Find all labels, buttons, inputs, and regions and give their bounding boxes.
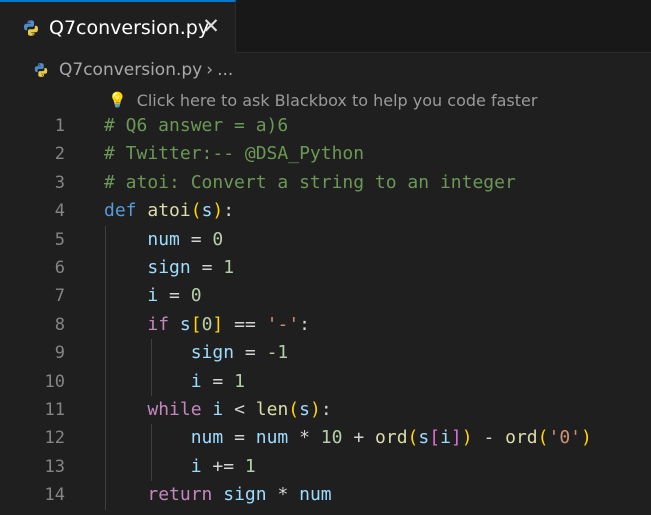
code-line: 1 # Q6 answer = a)6 [0, 112, 651, 140]
line-number: 8 [54, 314, 65, 335]
hint-text: Click here to ask Blackbox to help you c… [136, 90, 538, 110]
string-literal: '-' [266, 313, 300, 335]
var-sign: sign [223, 484, 267, 506]
keyword-if: if [147, 313, 170, 335]
chevron-right-icon: › [206, 60, 214, 80]
code-line: 3 # atoi: Convert a string to an integer [0, 169, 651, 197]
code-line: 12 num = num * 10 + ord(s[i]) - ord('0') [0, 424, 651, 452]
builtin-ord: ord [505, 427, 538, 449]
line-number: 2 [54, 144, 65, 165]
code-text: i += 1 [190, 455, 256, 477]
code-text: sign = -1 [190, 342, 289, 364]
tab-label: Q7conversion.py [49, 16, 210, 39]
code-line: 4 def atoi(s): [0, 197, 651, 225]
var-sign: sign [147, 257, 191, 278]
var-num: num [190, 427, 224, 449]
code-line: 11 while i < len(s): [0, 396, 651, 424]
tab-q7conversion[interactable]: Q7conversion.py ✕ [0, 0, 236, 53]
number-literal: -1 [266, 342, 289, 364]
code-line: 6 sign = 1 [0, 254, 651, 282]
keyword-return: return [147, 484, 213, 506]
number-literal: 1 [234, 370, 245, 392]
code-comment: # Q6 answer = a)6 [104, 115, 289, 136]
number-literal: 0 [201, 313, 213, 335]
breadcrumb-more[interactable]: ... [217, 60, 233, 80]
blackbox-hint[interactable]: 💡 Click here to ask Blackbox to help you… [108, 88, 537, 112]
var-s: s [418, 427, 430, 449]
var-i: i [147, 285, 159, 307]
number-literal: 0 [190, 285, 202, 307]
code-line: 14 return sign * num [0, 481, 651, 509]
code-text: if s[0] == '-': [147, 313, 310, 335]
var-i: i [190, 455, 202, 477]
var-i: i [440, 427, 451, 449]
code-text: # Twitter:-- @DSA_Python [104, 140, 364, 168]
line-number: 14 [44, 485, 65, 506]
var-num: num [147, 228, 180, 250]
param-s: s [201, 200, 213, 222]
code-line: 10 i = 1 [0, 368, 651, 396]
string-literal: '0' [548, 427, 581, 449]
code-line: 2 # Twitter:-- @DSA_Python [0, 140, 651, 168]
var-s: s [179, 313, 191, 335]
builtin-len: len [255, 399, 289, 420]
code-text: num = 0 [147, 228, 224, 250]
number-literal: 10 [320, 427, 343, 449]
line-number: 5 [54, 229, 65, 250]
line-number: 10 [44, 371, 65, 392]
breadcrumb-file[interactable]: Q7conversion.py [59, 60, 202, 80]
code-text: i = 0 [147, 285, 202, 307]
code-text: i = 1 [190, 370, 245, 392]
var-num: num [255, 427, 289, 449]
python-file-icon [33, 62, 49, 78]
code-line: 8 if s[0] == '-': [0, 311, 651, 339]
line-number: 12 [44, 428, 65, 449]
keyword-while: while [147, 399, 202, 420]
builtin-ord: ord [375, 427, 408, 449]
code-text: # atoi: Convert a string to an integer [104, 169, 516, 197]
code-text: def atoi(s): [104, 200, 235, 222]
code-line: 5 num = 0 [0, 226, 651, 254]
var-s: s [299, 399, 310, 420]
line-number: 3 [54, 172, 65, 193]
var-num: num [299, 484, 332, 506]
var-sign: sign [190, 342, 235, 364]
code-text: num = num * 10 + ord(s[i]) - ord('0') [190, 427, 592, 449]
number-literal: 1 [223, 257, 235, 278]
line-number: 7 [54, 286, 65, 307]
number-literal: 0 [212, 228, 224, 250]
var-i: i [190, 370, 202, 392]
code-text: # Q6 answer = a)6 [104, 112, 288, 140]
breadcrumb: Q7conversion.py › ... [0, 53, 651, 87]
close-icon[interactable]: ✕ [199, 14, 223, 38]
line-number: 13 [44, 456, 65, 477]
line-number: 1 [54, 116, 65, 136]
code-text: sign = 1 [147, 257, 235, 278]
line-number: 9 [54, 343, 65, 364]
var-i: i [212, 399, 224, 420]
function-name: atoi [147, 200, 191, 222]
line-number: 11 [44, 400, 65, 420]
code-editor[interactable]: 1 # Q6 answer = a)6 2 # Twitter:-- @DSA_… [0, 112, 651, 515]
line-number: 4 [54, 201, 65, 222]
lightbulb-icon: 💡 [108, 91, 127, 109]
line-number: 6 [54, 258, 65, 278]
keyword-def: def [104, 200, 137, 222]
code-line: 7 i = 0 [0, 282, 651, 310]
code-text: while i < len(s): [147, 399, 332, 420]
python-file-icon [22, 19, 40, 37]
code-comment: # atoi: Convert a string to an integer [104, 171, 516, 193]
code-line: 13 i += 1 [0, 453, 651, 481]
tab-bar: Q7conversion.py ✕ [0, 0, 651, 53]
number-literal: 1 [244, 455, 256, 477]
code-comment: # Twitter:-- @DSA_Python [104, 143, 365, 165]
code-text: return sign * num [147, 484, 332, 506]
code-line: 9 sign = -1 [0, 339, 651, 367]
